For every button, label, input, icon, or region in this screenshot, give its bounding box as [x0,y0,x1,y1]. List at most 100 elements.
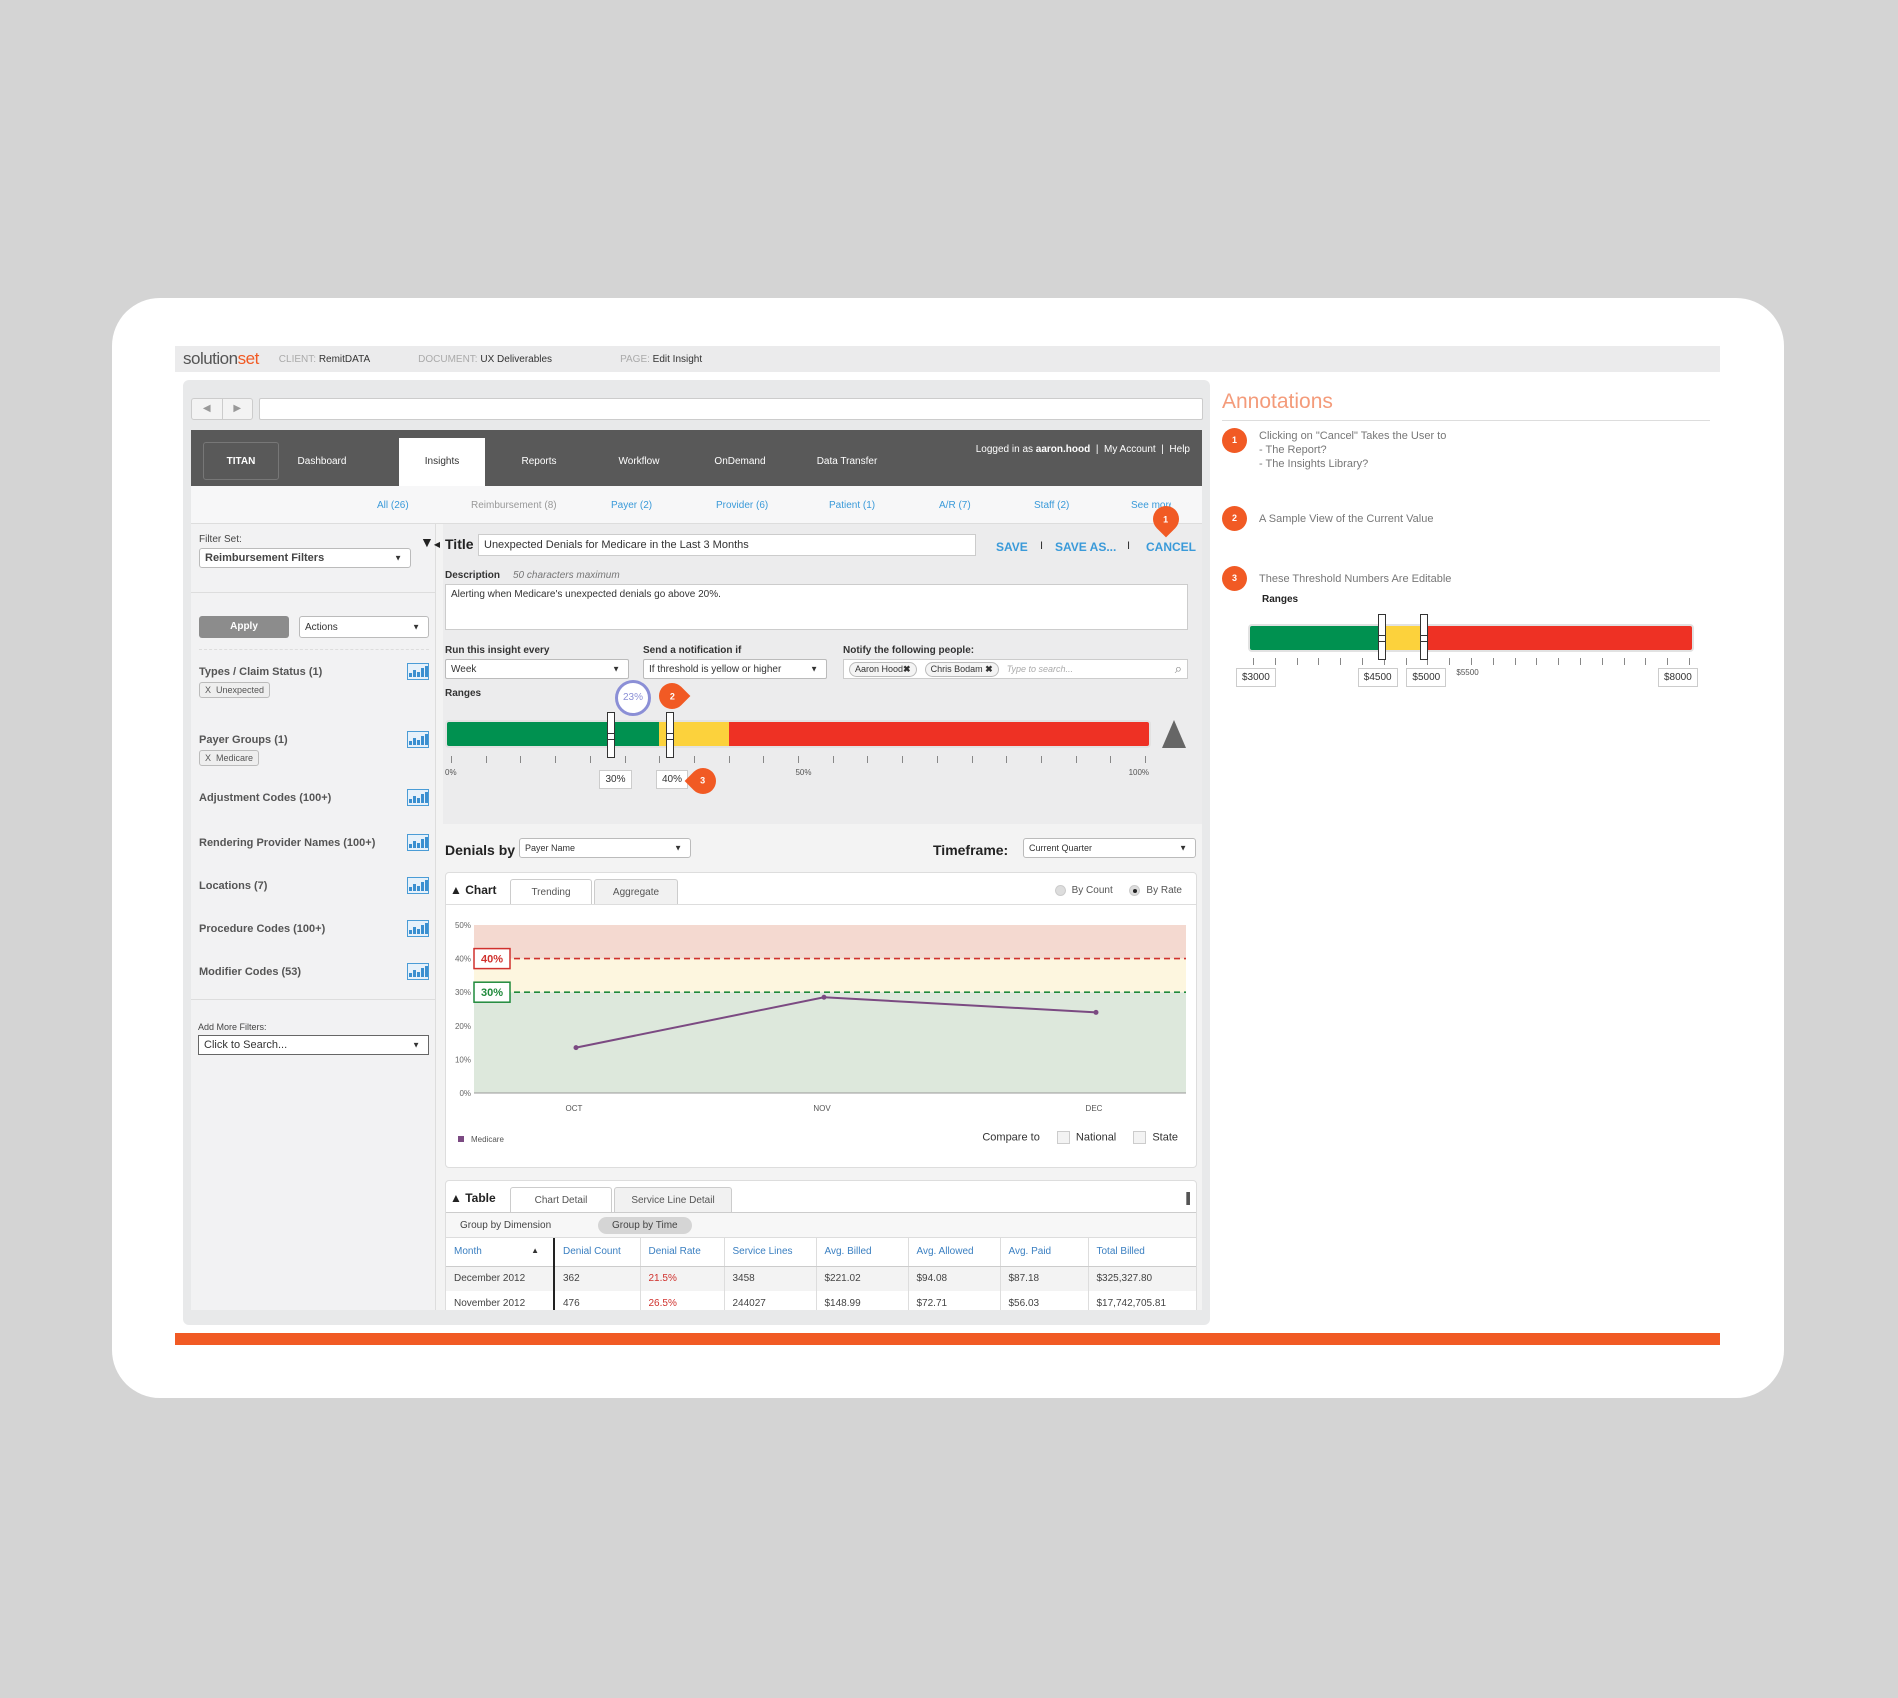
filter-set-select[interactable]: Reimbursement Filters ▼ [199,548,411,568]
col-denial-rate[interactable]: Denial Rate [640,1238,725,1267]
bar-chart-icon[interactable] [407,920,429,937]
filter-modifier-codes[interactable]: Modifier Codes (53) [199,963,429,980]
table-row[interactable]: November 2012 476 26.5% 244027 $148.99 $72.71… [446,1291,1196,1310]
bar-chart-icon[interactable] [407,963,429,980]
bar-chart-icon[interactable] [407,731,429,748]
category-provider[interactable]: Provider (6) [716,500,768,511]
tab-dashboard[interactable]: Dashboard [286,438,358,486]
table-row[interactable]: December 2012 362 21.5% 3458 $221.02 $94.08 $8… [446,1266,1196,1291]
url-bar[interactable] [259,398,1203,420]
remove-icon[interactable]: ✖ [903,664,911,674]
title-input[interactable]: Unexpected Denials for Medicare in the L… [478,534,976,556]
remove-icon[interactable]: ✖ [985,664,993,674]
low-threshold-input[interactable]: 30% [599,770,632,789]
range-tick [1601,658,1603,665]
filter-rendering-provider[interactable]: Rendering Provider Names (100+) [199,834,429,851]
range-tick [1514,658,1516,665]
forward-icon[interactable]: ▶ [223,399,253,419]
browser-nav-buttons: ◀ ▶ [191,398,253,420]
columns-icon[interactable]: ||| [1185,1189,1191,1205]
col-avg-paid[interactable]: Avg. Paid [1000,1238,1089,1267]
denials-by-select[interactable]: Payer Name ▼ [519,838,691,858]
tab-service-line-detail[interactable]: Service Line Detail [614,1187,732,1212]
remove-icon[interactable]: X [205,685,211,695]
bar-chart-icon[interactable] [407,834,429,851]
notify-if-select[interactable]: If threshold is yellow or higher ▼ [643,659,827,679]
category-ar[interactable]: A/R (7) [939,500,971,511]
filter-sidebar: Filter Set: Reimbursement Filters ▼ Appl… [191,524,436,1310]
save-button[interactable]: SAVE [996,540,1028,554]
back-icon[interactable]: ◀ [192,399,223,419]
category-all[interactable]: All (26) [377,500,409,511]
col-service-lines[interactable]: Service Lines [724,1238,817,1267]
filter-procedure-codes[interactable]: Procedure Codes (100+) [199,920,429,937]
col-avg-allowed[interactable]: Avg. Allowed [908,1238,1001,1267]
anchor-icon[interactable] [1162,720,1186,748]
notify-people-label: Notify the following people: [843,645,975,656]
by-count-radio[interactable] [1054,885,1066,896]
tab-workflow[interactable]: Workflow [599,438,679,486]
category-payer[interactable]: Payer (2) [611,500,652,511]
filter-chip[interactable]: X Medicare [199,750,260,766]
category-staff[interactable]: Staff (2) [1034,500,1069,511]
filter-payer-groups[interactable]: Payer Groups (1) X Medicare [199,731,429,766]
notify-people-input[interactable]: Aaron Hood✖ Chris Bodam ✖ Type to search… [843,659,1188,679]
range-slider[interactable]: 0% 50% 100% 30% 40% 3 23% 2 [445,677,1185,804]
tab-data-transfer[interactable]: Data Transfer [801,438,893,486]
category-patient[interactable]: Patient (1) [829,500,875,511]
timeframe-select[interactable]: Current Quarter ▼ [1023,838,1196,858]
description-textarea[interactable]: Alerting when Medicare's unexpected deni… [445,584,1188,630]
tab-trending[interactable]: Trending [510,879,592,905]
tab-chart-detail[interactable]: Chart Detail [510,1187,612,1213]
low-threshold-handle[interactable] [607,712,616,758]
save-as-button[interactable]: SAVE AS... [1055,540,1116,554]
category-reimbursement[interactable]: Reimbursement (8) [471,500,557,511]
high-threshold-handle[interactable] [665,712,674,758]
col-avg-billed[interactable]: Avg. Billed [816,1238,909,1267]
tab-aggregate[interactable]: Aggregate [594,879,678,904]
range-tick [902,756,904,763]
apply-button[interactable]: Apply [199,616,289,638]
help-link[interactable]: Help [1169,444,1190,455]
tab-ondemand[interactable]: OnDemand [697,438,783,486]
by-count-label: By Count [1071,885,1113,897]
group-by-dimension[interactable]: Group by Dimension [460,1220,551,1231]
search-icon[interactable]: ⌕ [1175,661,1182,677]
filter-claim-status[interactable]: Types / Claim Status (1) X Unexpected [199,663,429,698]
timeframe-value: Current Quarter [1029,843,1093,853]
run-every-select[interactable]: Week ▼ [445,659,629,679]
remove-icon[interactable]: X [205,753,211,763]
cancel-button[interactable]: CANCEL [1146,540,1196,554]
chart-panel-header[interactable]: ▲ Chart [450,883,497,897]
table-panel-header[interactable]: ▲ Table [450,1191,496,1205]
table-cell: $148.99 [816,1291,909,1310]
tab-reports[interactable]: Reports [499,438,579,486]
actions-select[interactable]: Actions ▼ [299,616,429,638]
national-checkbox[interactable] [1056,1131,1070,1144]
high-threshold-handle [1420,614,1429,660]
filter-chip[interactable]: X Unexpected [199,682,271,698]
add-filter-search[interactable]: Click to Search... ▼ [198,1035,429,1055]
tab-insights[interactable]: Insights [399,438,485,486]
y-tick-label: 10% [455,1055,471,1064]
bar-chart-icon[interactable] [407,877,429,894]
state-checkbox[interactable] [1133,1131,1147,1144]
range-bar[interactable] [445,720,1151,748]
filter-locations[interactable]: Locations (7) [199,877,429,894]
person-chip[interactable]: Aaron Hood✖ [849,661,917,677]
col-month[interactable]: Month ▲ [446,1238,555,1267]
filter-adjustment-codes[interactable]: Adjustment Codes (100+) [199,789,429,806]
my-account-link[interactable]: My Account [1104,444,1156,455]
bar-chart-icon[interactable] [407,663,429,680]
titan-brand[interactable]: TITAN [203,442,279,480]
by-rate-radio[interactable] [1129,885,1141,896]
bar-chart-icon[interactable] [407,789,429,806]
col-total-billed[interactable]: Total Billed [1088,1238,1196,1267]
col-denial-count[interactable]: Denial Count [554,1238,641,1267]
filter-label: Procedure Codes (100+) [199,923,326,935]
person-chip[interactable]: Chris Bodam ✖ [924,661,999,677]
sort-asc-icon[interactable]: ▲ [531,1246,539,1255]
filter-collapse-icon[interactable]: ▼◀ [420,534,440,550]
high-threshold-input[interactable]: 40% [655,770,688,789]
group-by-time[interactable]: Group by Time [598,1217,692,1234]
